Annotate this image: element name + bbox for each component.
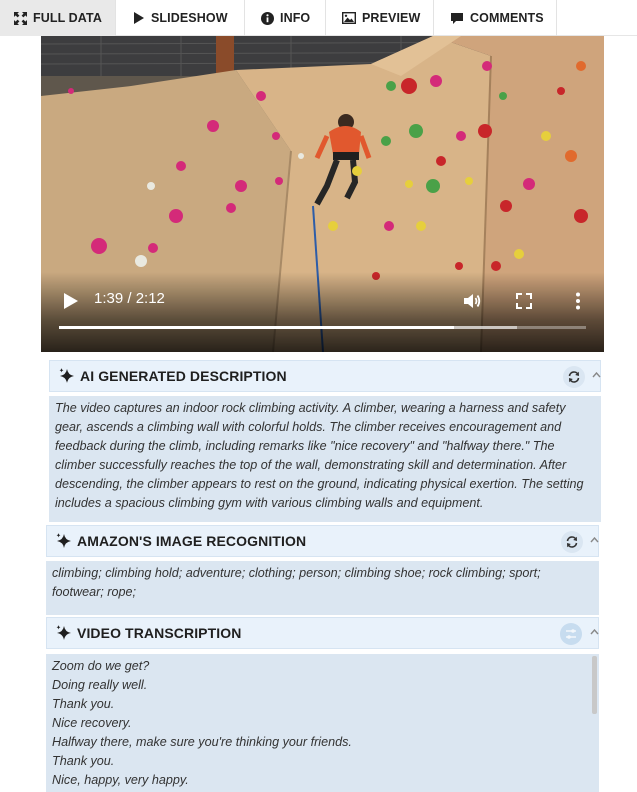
image-icon xyxy=(342,12,356,24)
tab-label: INFO xyxy=(280,11,311,25)
transcript-line: Doing really well. xyxy=(52,678,148,692)
sparkle-icon xyxy=(59,368,74,383)
fullscreen-icon[interactable] xyxy=(514,291,534,311)
transcription-body[interactable]: Zoom do we get? Doing really well. Thank… xyxy=(46,654,599,792)
tab-preview[interactable]: PREVIEW xyxy=(326,0,434,36)
video-progress-fill xyxy=(59,326,455,329)
refresh-icon xyxy=(568,371,580,383)
info-circle-icon xyxy=(261,11,274,25)
image-recognition-text: climbing; climbing hold; adventure; clot… xyxy=(52,566,541,599)
tab-info[interactable]: INFO xyxy=(245,0,326,36)
ai-description-header: AI GENERATED DESCRIPTION xyxy=(49,360,601,392)
expand-arrows-icon xyxy=(14,11,27,25)
volume-icon[interactable] xyxy=(462,291,482,311)
tab-full-data[interactable]: FULL DATA xyxy=(0,0,116,36)
transcript-line: Nice recovery. xyxy=(52,716,132,730)
tab-label: SLIDESHOW xyxy=(151,11,228,25)
image-recognition-body: climbing; climbing hold; adventure; clot… xyxy=(46,561,599,615)
transcript-scrollbar[interactable] xyxy=(592,656,597,714)
sparkle-icon xyxy=(56,533,71,548)
more-options-icon[interactable] xyxy=(568,291,588,311)
tab-slideshow[interactable]: SLIDESHOW xyxy=(116,0,245,36)
tab-label: PREVIEW xyxy=(362,11,421,25)
ai-description-body: The video captures an indoor rock climbi… xyxy=(49,396,601,522)
image-recognition-header: AMAZON'S IMAGE RECOGNITION xyxy=(46,525,599,557)
transcript-line: Nice, happy, very happy. xyxy=(52,773,189,787)
transcription-settings-button[interactable] xyxy=(560,623,582,645)
ai-description-text: The video captures an indoor rock climbi… xyxy=(55,401,584,510)
tab-comments[interactable]: COMMENTS xyxy=(434,0,557,36)
panel-title: AI GENERATED DESCRIPTION xyxy=(80,368,287,384)
sparkle-icon xyxy=(56,625,71,640)
transcript-line: Zoom do we get? xyxy=(52,659,150,673)
regenerate-recognition-button[interactable] xyxy=(561,531,583,553)
refresh-icon xyxy=(566,536,578,548)
video-player[interactable]: 1:39 / 2:12 xyxy=(41,36,604,352)
regenerate-description-button[interactable] xyxy=(563,366,585,388)
play-triangle-icon xyxy=(134,12,144,24)
speech-bubble-icon xyxy=(451,12,463,24)
tab-label: FULL DATA xyxy=(33,11,102,25)
collapse-caret-icon[interactable] xyxy=(590,537,599,543)
panel-title: AMAZON'S IMAGE RECOGNITION xyxy=(77,533,307,549)
transcript-line: Halfway there, make sure you're thinking… xyxy=(52,735,352,749)
transcript-line: Thank you. xyxy=(52,754,115,768)
settings-sliders-icon xyxy=(566,629,576,639)
tab-label: COMMENTS xyxy=(470,11,544,25)
tab-bar: FULL DATA SLIDESHOW INFO PREVIEW COMMENT… xyxy=(0,0,637,36)
panel-title: VIDEO TRANSCRIPTION xyxy=(77,625,242,641)
transcription-header: VIDEO TRANSCRIPTION xyxy=(46,617,599,649)
video-time: 1:39 / 2:12 xyxy=(94,290,165,307)
video-controls-overlay xyxy=(41,272,604,352)
video-progress-bar[interactable] xyxy=(59,326,586,329)
collapse-caret-icon[interactable] xyxy=(592,372,601,378)
transcript-line: Thank you. xyxy=(52,697,115,711)
collapse-caret-icon[interactable] xyxy=(590,629,599,635)
play-icon[interactable] xyxy=(61,291,81,311)
